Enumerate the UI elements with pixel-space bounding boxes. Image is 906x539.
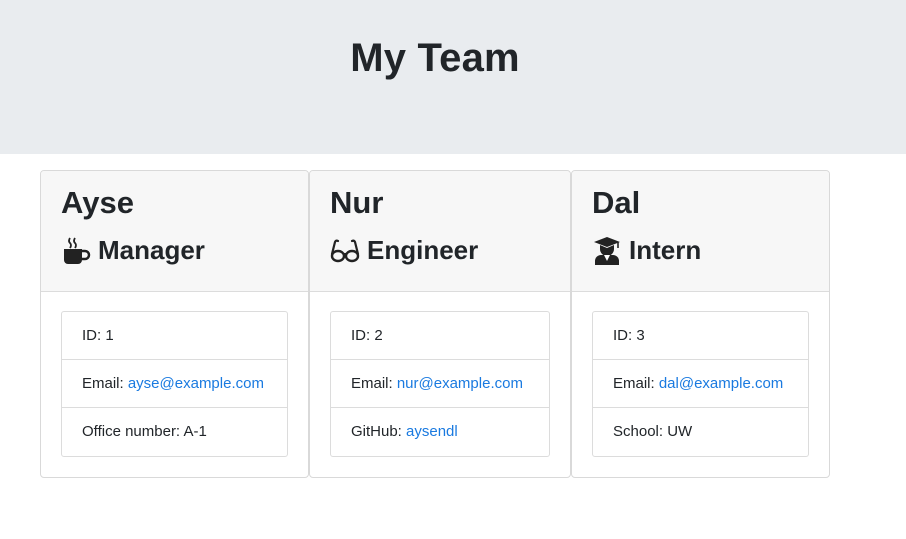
employee-details: ID: 3 Email: dal@example.com School: UW xyxy=(592,311,809,457)
employee-id: ID: 3 xyxy=(593,312,808,360)
employee-email-row: Email: nur@example.com xyxy=(331,360,549,408)
employee-details: ID: 1 Email: ayse@example.com Office num… xyxy=(61,311,288,457)
github-label: GitHub: xyxy=(351,423,407,440)
employee-id: ID: 2 xyxy=(331,312,549,360)
email-label: Email: xyxy=(613,375,659,392)
card-header: Dal Intern xyxy=(572,171,829,292)
employee-name: Ayse xyxy=(61,185,134,220)
card-header: Ayse Manager xyxy=(41,171,308,292)
email-label: Email: xyxy=(82,375,128,392)
email-link[interactable]: nur@example.com xyxy=(397,375,523,392)
employee-role-label: Manager xyxy=(98,235,205,265)
employee-email-row: Email: dal@example.com xyxy=(593,360,808,408)
employee-github-row: GitHub: aysendl xyxy=(331,408,549,456)
coffee-mug-icon xyxy=(61,236,91,266)
page-title: My Team xyxy=(350,36,520,80)
employee-role: Engineer xyxy=(330,235,478,266)
header-banner: My Team xyxy=(0,0,906,154)
employee-school: School: UW xyxy=(613,423,693,440)
employee-id: ID: 1 xyxy=(62,312,287,360)
employee-role: Intern xyxy=(592,235,701,266)
employee-details: ID: 2 Email: nur@example.com GitHub: ays… xyxy=(330,311,550,457)
employee-email-row: Email: ayse@example.com xyxy=(62,360,287,408)
glasses-icon xyxy=(330,236,360,266)
employee-role-label: Engineer xyxy=(367,235,479,265)
email-link[interactable]: ayse@example.com xyxy=(128,375,264,392)
employee-name: Nur xyxy=(330,185,384,220)
card-header: Nur Engineer xyxy=(310,171,570,292)
graduate-icon xyxy=(592,236,622,266)
employee-role: Manager xyxy=(61,235,205,266)
employee-name: Dal xyxy=(592,185,641,220)
email-link[interactable]: dal@example.com xyxy=(659,375,783,392)
employee-office-number: Office number: A-1 xyxy=(82,423,207,440)
employee-card-manager: Ayse Manager ID: 1 Email: ayse@example.c… xyxy=(40,170,309,478)
github-link[interactable]: aysendl xyxy=(406,423,458,440)
employee-role-label: Intern xyxy=(629,235,702,265)
employee-card-engineer: Nur Engineer ID: 2 Email: nur@example.co… xyxy=(309,170,571,478)
email-label: Email: xyxy=(351,375,397,392)
employee-card-intern: Dal Intern ID: 3 Email: dal@example.com … xyxy=(571,170,830,478)
